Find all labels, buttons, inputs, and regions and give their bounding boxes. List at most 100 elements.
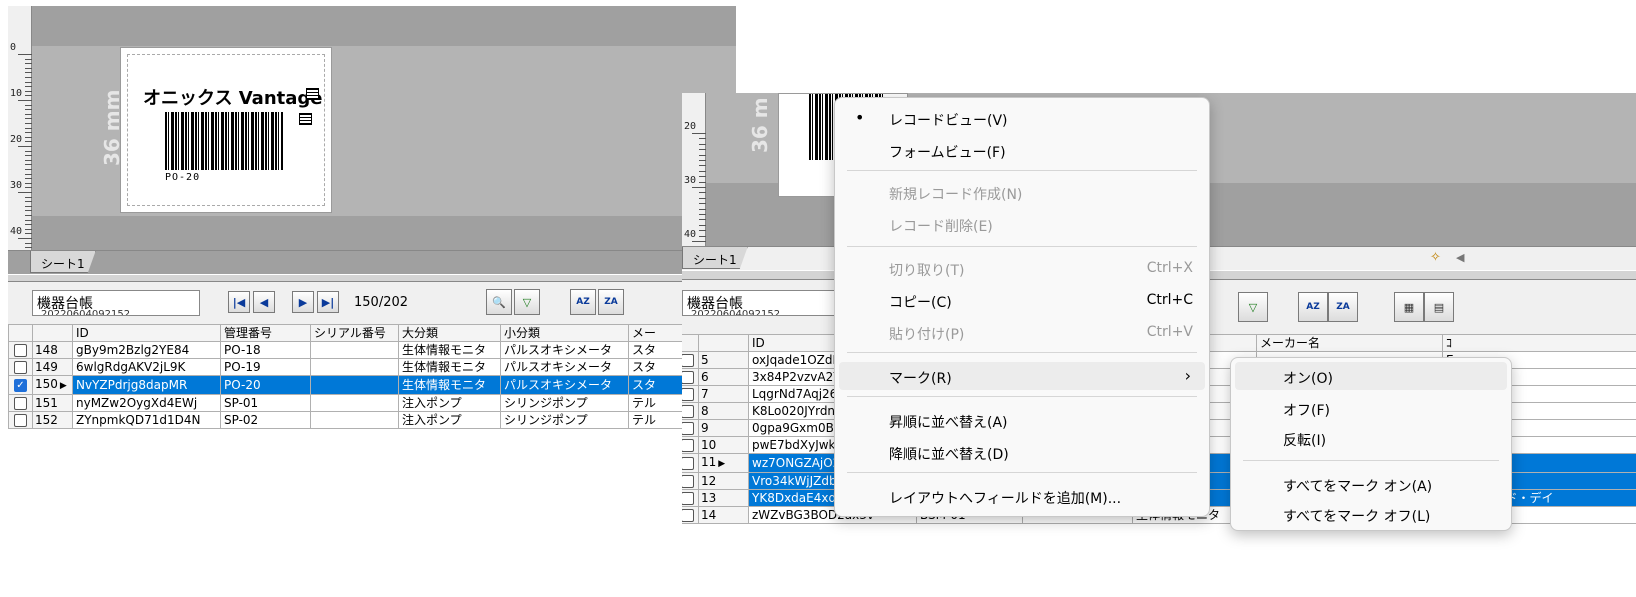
row-mark-cell[interactable] bbox=[682, 385, 699, 403]
mark-checkbox[interactable] bbox=[682, 475, 694, 488]
menu-item-1[interactable]: フォームビュー(F) bbox=[839, 136, 1205, 164]
grid-cell-serial[interactable] bbox=[310, 394, 399, 412]
record-view-icon[interactable]: ▦ bbox=[1394, 292, 1424, 322]
row-mark-cell[interactable] bbox=[682, 489, 699, 507]
mark-checkbox[interactable] bbox=[682, 457, 694, 470]
grid-cell-id[interactable]: 6wlgRdgAKV2jL9K bbox=[72, 358, 221, 376]
row-mark-cell[interactable]: ✓ bbox=[8, 375, 33, 395]
mark-checkbox[interactable] bbox=[14, 361, 27, 374]
column-header[interactable] bbox=[682, 334, 699, 352]
row-mark-cell[interactable] bbox=[8, 341, 33, 359]
sort-desc-icon[interactable]: ZA bbox=[598, 289, 624, 315]
row-mark-cell[interactable] bbox=[8, 358, 33, 376]
last-record-icon[interactable]: ▶| bbox=[317, 291, 339, 313]
form-view-icon[interactable]: ▤ bbox=[1424, 292, 1454, 322]
column-header[interactable]: シリアル番号 bbox=[310, 324, 399, 342]
mark-checkbox[interactable] bbox=[682, 371, 694, 384]
mark-checkbox[interactable] bbox=[682, 388, 694, 401]
mark-checkbox[interactable] bbox=[682, 405, 694, 418]
column-header[interactable]: 管理番号 bbox=[220, 324, 311, 342]
column-header[interactable] bbox=[32, 324, 73, 342]
sheet-tab-1[interactable]: シート1 bbox=[682, 247, 748, 269]
mark-checkbox[interactable] bbox=[682, 354, 694, 367]
row-mark-cell[interactable] bbox=[8, 394, 33, 412]
table-row[interactable]: 149 6wlgRdgAKV2jL9K PO-19 生体情報モニタ パルスオキシメータス… bbox=[8, 358, 759, 376]
grid-cell-major[interactable]: 注入ポンプ bbox=[398, 394, 501, 412]
row-mark-cell[interactable] bbox=[682, 472, 699, 490]
menu-item-0[interactable]: • レコードビュー(V) bbox=[839, 104, 1205, 132]
column-header[interactable] bbox=[8, 324, 33, 342]
submenu-item-2[interactable]: 反転(I) bbox=[1235, 424, 1507, 452]
row-mark-cell[interactable] bbox=[682, 453, 699, 473]
mark-checkbox[interactable] bbox=[682, 492, 694, 505]
menu-item-10[interactable]: レイアウトへフィールドを追加(M)... bbox=[839, 482, 1205, 510]
grid-cell-serial[interactable] bbox=[310, 358, 399, 376]
submenu-item-1[interactable]: オフ(F) bbox=[1235, 394, 1507, 422]
row-mark-cell[interactable] bbox=[682, 368, 699, 386]
grid-cell-minor[interactable]: パルスオキシメータ bbox=[500, 375, 629, 395]
row-mark-cell[interactable] bbox=[682, 402, 699, 420]
mark-checkbox[interactable] bbox=[14, 397, 27, 410]
label-paper[interactable]: オニックス Vantage PO-20 bbox=[120, 47, 332, 213]
filter-icon[interactable]: ▽ bbox=[514, 289, 540, 315]
barcode[interactable] bbox=[165, 112, 283, 170]
grid-cell-minor[interactable]: パルスオキシメータ bbox=[500, 358, 629, 376]
label-title-field[interactable]: オニックス Vantage bbox=[143, 84, 322, 110]
new-sheet-icon[interactable]: ✧ bbox=[1430, 250, 1441, 265]
table-row[interactable]: 151 nyMZw2OygXd4EWj SP-01 注入ポンプ シリンジポンプ テル bbox=[8, 394, 759, 412]
next-record-icon[interactable]: ▶ bbox=[292, 291, 314, 313]
menu-item-5[interactable]: コピー(C) Ctrl+C bbox=[839, 286, 1205, 314]
table-row[interactable]: 152 ZYnpmkQD71d1D4N SP-02 注入ポンプ シリンジポンプ テル bbox=[8, 411, 759, 429]
grid-cell-minor[interactable]: シリンジポンプ bbox=[500, 411, 629, 429]
prev-record-icon[interactable]: ◀ bbox=[253, 291, 275, 313]
grid-cell-id[interactable]: ZYnpmkQD71d1D4N bbox=[72, 411, 221, 429]
row-mark-cell[interactable] bbox=[8, 411, 33, 429]
mark-checkbox[interactable] bbox=[682, 509, 694, 522]
mark-checkbox[interactable] bbox=[14, 414, 27, 427]
grid-cell-major[interactable]: 注入ポンプ bbox=[398, 411, 501, 429]
column-header[interactable]: ｺ bbox=[1442, 334, 1636, 352]
row-mark-cell[interactable] bbox=[682, 506, 699, 524]
menu-item-7[interactable]: マーク(R) › bbox=[839, 362, 1205, 390]
submenu-item-3[interactable]: すべてをマーク オン(A) bbox=[1235, 470, 1507, 498]
sort-desc-icon[interactable]: ZA bbox=[1328, 292, 1358, 322]
mark-checkbox[interactable] bbox=[682, 439, 694, 452]
column-header[interactable]: 大分類 bbox=[398, 324, 501, 342]
menu-item-8[interactable]: 昇順に並べ替え(A) bbox=[839, 406, 1205, 434]
grid-cell-mgmt[interactable]: PO-20 bbox=[220, 375, 311, 395]
first-record-icon[interactable]: |◀ bbox=[228, 291, 250, 313]
column-header[interactable]: メーカー名 bbox=[1256, 334, 1443, 352]
grid-cell-mgmt[interactable]: SP-02 bbox=[220, 411, 311, 429]
sheet-tab-1[interactable]: シート1 bbox=[30, 251, 96, 273]
search-icon[interactable]: 🔍 bbox=[486, 289, 512, 315]
column-header[interactable]: 小分類 bbox=[500, 324, 629, 342]
grid-cell-mgmt[interactable]: PO-19 bbox=[220, 358, 311, 376]
grid-cell-major[interactable]: 生体情報モニタ bbox=[398, 358, 501, 376]
grid-cell-serial[interactable] bbox=[310, 341, 399, 359]
filter-icon[interactable]: ▽ bbox=[1238, 292, 1268, 322]
column-header[interactable] bbox=[698, 334, 749, 352]
menu-item-9[interactable]: 降順に並べ替え(D) bbox=[839, 438, 1205, 466]
grid-cell-id[interactable]: gBy9m2Bzlg2YE84 bbox=[72, 341, 221, 359]
row-mark-cell[interactable] bbox=[682, 351, 699, 369]
grid-cell-minor[interactable]: シリンジポンプ bbox=[500, 394, 629, 412]
column-header[interactable]: ID bbox=[72, 324, 221, 342]
mark-checkbox[interactable] bbox=[682, 422, 694, 435]
row-mark-cell[interactable] bbox=[682, 436, 699, 454]
grid-cell-minor[interactable]: パルスオキシメータ bbox=[500, 341, 629, 359]
mark-checkbox[interactable]: ✓ bbox=[14, 379, 27, 392]
grid-cell-major[interactable]: 生体情報モニタ bbox=[398, 341, 501, 359]
scroll-left-icon[interactable]: ◀ bbox=[1456, 251, 1464, 264]
pane-splitter[interactable] bbox=[8, 274, 736, 282]
grid-cell-mgmt[interactable]: PO-18 bbox=[220, 341, 311, 359]
row-mark-cell[interactable] bbox=[682, 419, 699, 437]
sort-asc-icon[interactable]: AZ bbox=[570, 289, 596, 315]
grid-cell-mgmt[interactable]: SP-01 bbox=[220, 394, 311, 412]
grid-cell-serial[interactable] bbox=[310, 411, 399, 429]
grid-cell-id[interactable]: NvYZPdrjg8dapMR bbox=[72, 375, 221, 395]
grid-cell-id[interactable]: nyMZw2OygXd4EWj bbox=[72, 394, 221, 412]
mark-checkbox[interactable] bbox=[14, 344, 27, 357]
submenu-item-0[interactable]: オン(O) bbox=[1235, 362, 1507, 390]
sort-asc-icon[interactable]: AZ bbox=[1298, 292, 1328, 322]
table-row[interactable]: ✓ 150 ▶ NvYZPdrjg8dapMR PO-20 生体情報モニタ パルスオキシメー… bbox=[8, 375, 759, 395]
